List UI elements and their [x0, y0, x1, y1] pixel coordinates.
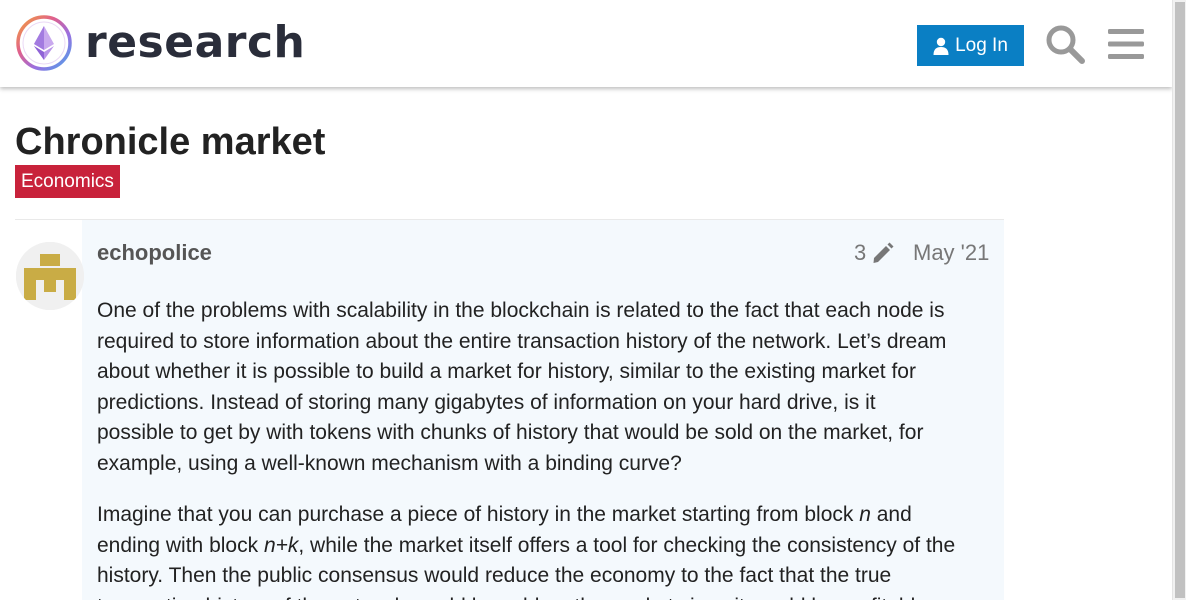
identicon-avatar-image	[16, 242, 84, 310]
pencil-icon	[873, 242, 894, 263]
login-button[interactable]: Log In	[917, 25, 1024, 66]
post-username[interactable]: echopolice	[97, 240, 212, 266]
avatar[interactable]	[16, 242, 84, 310]
scrollbar-thumb[interactable]	[1175, 2, 1185, 598]
page: research Log In Chronicle market Economi…	[0, 0, 1186, 600]
edit-history-button[interactable]: 3	[854, 240, 894, 266]
edit-count: 3	[854, 240, 867, 265]
paragraph-line: Imagine that you can purchase a piece of…	[97, 500, 997, 531]
site-header: research Log In	[0, 0, 1172, 87]
text-segment: , while the market itself offers a tool …	[298, 533, 956, 557]
page-scrollbar[interactable]	[1172, 0, 1186, 600]
italic-variable: n+k	[263, 533, 299, 557]
italic-variable: n	[859, 503, 871, 526]
paragraph-line: about whether it is possible to build a …	[97, 360, 916, 383]
search-icon	[1046, 25, 1085, 64]
paragraph-line: predictions. Instead of storing many gig…	[97, 390, 876, 414]
post-paragraph-2: Imagine that you can purchase a piece of…	[97, 500, 997, 600]
paragraph-line: required to store information about the …	[97, 329, 947, 353]
paragraph-line: ending with block n+k, while the market …	[97, 531, 997, 562]
paragraph-line: transaction history of the network would…	[97, 592, 997, 600]
login-label: Log In	[955, 34, 1008, 56]
paragraph-line: history. Then the public consensus would…	[97, 564, 892, 587]
text-segment: and	[870, 503, 912, 526]
topic-title[interactable]: Chronicle market	[15, 120, 325, 164]
paragraph-line: example, using a well-known mechanism wi…	[97, 451, 682, 475]
hamburger-menu-icon	[1108, 29, 1144, 59]
text-segment: ending with block	[97, 533, 264, 557]
site-name: research	[85, 17, 306, 68]
post-date[interactable]: May '21	[913, 240, 989, 266]
search-button[interactable]	[1043, 22, 1087, 66]
paragraph-line: One of the problems with scalability in …	[97, 299, 945, 322]
post-paragraph-1: One of the problems with scalability in …	[97, 296, 997, 479]
site-logo[interactable]: research	[15, 14, 305, 72]
text-segment: Imagine that you can purchase a piece of…	[97, 503, 860, 526]
ethereum-logo-icon	[16, 15, 72, 71]
category-badge[interactable]: Economics	[15, 165, 120, 198]
hamburger-menu-button[interactable]	[1104, 22, 1148, 66]
paragraph-line: possible to get by with tokens with chun…	[97, 421, 924, 444]
user-icon	[933, 37, 949, 55]
